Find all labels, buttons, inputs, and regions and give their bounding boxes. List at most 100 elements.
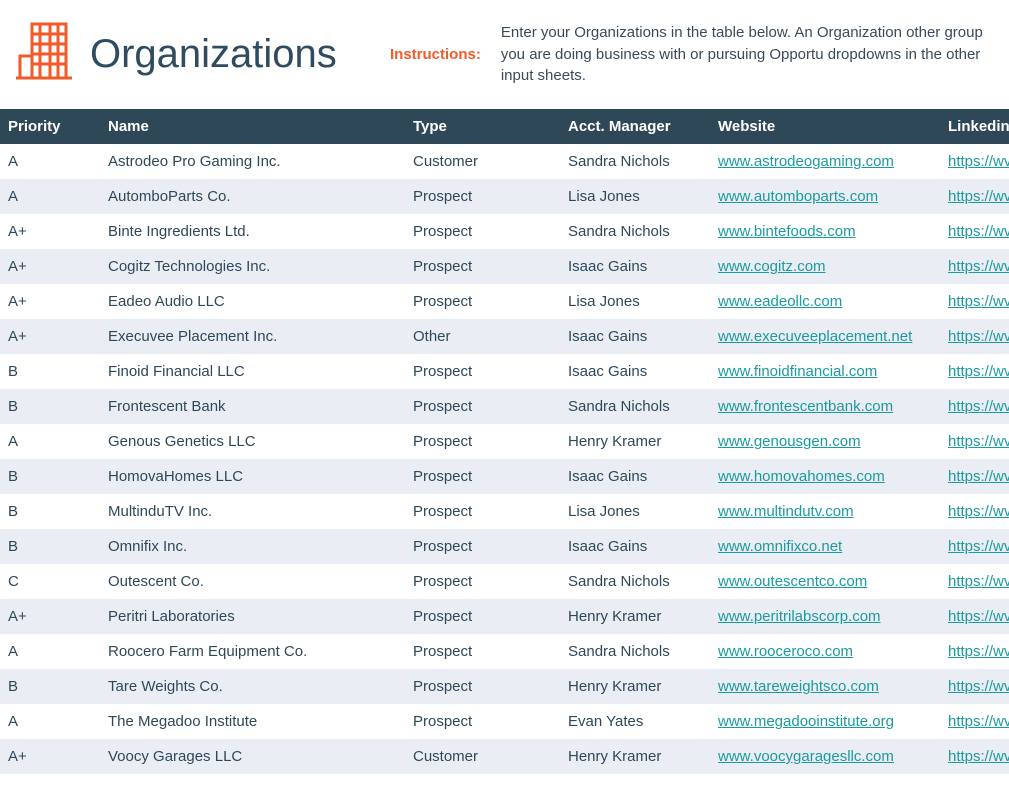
cell-website[interactable]: www.automboparts.com: [710, 179, 940, 214]
cell-priority[interactable]: B: [0, 529, 100, 564]
cell-manager[interactable]: Sandra Nichols: [560, 144, 710, 179]
col-type[interactable]: Type: [405, 109, 560, 144]
cell-priority[interactable]: A+: [0, 214, 100, 249]
website-link[interactable]: www.multindutv.com: [718, 503, 854, 520]
linkedin-link[interactable]: https://wv: [948, 223, 1009, 240]
cell-type[interactable]: Prospect: [405, 704, 560, 739]
cell-linkedin[interactable]: https://wv: [940, 529, 1009, 564]
cell-website[interactable]: www.astrodeogaming.com: [710, 144, 940, 179]
cell-priority[interactable]: C: [0, 564, 100, 599]
cell-linkedin[interactable]: https://wv: [940, 319, 1009, 354]
cell-manager[interactable]: Henry Kramer: [560, 424, 710, 459]
cell-linkedin[interactable]: https://wv: [940, 424, 1009, 459]
website-link[interactable]: www.finoidfinancial.com: [718, 363, 877, 380]
cell-name[interactable]: Cogitz Technologies Inc.: [100, 249, 405, 284]
table-row[interactable]: BHomovaHomes LLCProspectIsaac Gainswww.h…: [0, 459, 1009, 494]
cell-website[interactable]: www.outescentco.com: [710, 564, 940, 599]
cell-website[interactable]: www.finoidfinancial.com: [710, 354, 940, 389]
cell-priority[interactable]: B: [0, 354, 100, 389]
cell-manager[interactable]: Sandra Nichols: [560, 214, 710, 249]
col-name[interactable]: Name: [100, 109, 405, 144]
cell-name[interactable]: Voocy Garages LLC: [100, 739, 405, 774]
linkedin-link[interactable]: https://wv: [948, 678, 1009, 695]
cell-website[interactable]: www.rooceroco.com: [710, 634, 940, 669]
cell-type[interactable]: Other: [405, 319, 560, 354]
table-row[interactable]: COutescent Co.ProspectSandra Nicholswww.…: [0, 564, 1009, 599]
cell-linkedin[interactable]: https://wv: [940, 214, 1009, 249]
table-row[interactable]: ARoocero Farm Equipment Co.ProspectSandr…: [0, 634, 1009, 669]
cell-manager[interactable]: Lisa Jones: [560, 284, 710, 319]
cell-priority[interactable]: A+: [0, 599, 100, 634]
cell-linkedin[interactable]: https://wv: [940, 599, 1009, 634]
cell-name[interactable]: Genous Genetics LLC: [100, 424, 405, 459]
cell-manager[interactable]: Isaac Gains: [560, 529, 710, 564]
cell-priority[interactable]: A+: [0, 739, 100, 774]
website-link[interactable]: www.outescentco.com: [718, 573, 867, 590]
cell-manager[interactable]: Sandra Nichols: [560, 634, 710, 669]
table-row[interactable]: AThe Megadoo InstituteProspectEvan Yates…: [0, 704, 1009, 739]
cell-linkedin[interactable]: https://wv: [940, 354, 1009, 389]
table-row[interactable]: BTare Weights Co.ProspectHenry Kramerwww…: [0, 669, 1009, 704]
cell-priority[interactable]: A: [0, 144, 100, 179]
cell-type[interactable]: Prospect: [405, 634, 560, 669]
cell-linkedin[interactable]: https://wv: [940, 634, 1009, 669]
website-link[interactable]: www.execuveeplacement.net: [718, 328, 912, 345]
cell-manager[interactable]: Evan Yates: [560, 704, 710, 739]
cell-type[interactable]: Prospect: [405, 389, 560, 424]
website-link[interactable]: www.genousgen.com: [718, 433, 861, 450]
cell-type[interactable]: Prospect: [405, 284, 560, 319]
cell-priority[interactable]: B: [0, 669, 100, 704]
linkedin-link[interactable]: https://wv: [948, 643, 1009, 660]
cell-name[interactable]: Binte Ingredients Ltd.: [100, 214, 405, 249]
cell-website[interactable]: www.multindutv.com: [710, 494, 940, 529]
linkedin-link[interactable]: https://wv: [948, 433, 1009, 450]
cell-type[interactable]: Prospect: [405, 214, 560, 249]
table-row[interactable]: AAstrodeo Pro Gaming Inc.CustomerSandra …: [0, 144, 1009, 179]
cell-type[interactable]: Prospect: [405, 564, 560, 599]
cell-linkedin[interactable]: https://wv: [940, 179, 1009, 214]
cell-name[interactable]: Execuvee Placement Inc.: [100, 319, 405, 354]
cell-type[interactable]: Prospect: [405, 494, 560, 529]
cell-name[interactable]: MultinduTV Inc.: [100, 494, 405, 529]
cell-type[interactable]: Prospect: [405, 249, 560, 284]
website-link[interactable]: www.frontescentbank.com: [718, 398, 893, 415]
cell-website[interactable]: www.execuveeplacement.net: [710, 319, 940, 354]
cell-type[interactable]: Prospect: [405, 354, 560, 389]
cell-linkedin[interactable]: https://wv: [940, 459, 1009, 494]
table-row[interactable]: BFrontescent BankProspectSandra Nicholsw…: [0, 389, 1009, 424]
table-row[interactable]: BOmnifix Inc.ProspectIsaac Gainswww.omni…: [0, 529, 1009, 564]
cell-priority[interactable]: A: [0, 179, 100, 214]
table-row[interactable]: A+Eadeo Audio LLCProspectLisa Joneswww.e…: [0, 284, 1009, 319]
cell-priority[interactable]: A+: [0, 284, 100, 319]
linkedin-link[interactable]: https://wv: [948, 503, 1009, 520]
linkedin-link[interactable]: https://wv: [948, 713, 1009, 730]
website-link[interactable]: www.megadooinstitute.org: [718, 713, 894, 730]
cell-linkedin[interactable]: https://wv: [940, 704, 1009, 739]
cell-name[interactable]: Tare Weights Co.: [100, 669, 405, 704]
col-manager[interactable]: Acct. Manager: [560, 109, 710, 144]
cell-website[interactable]: www.homovahomes.com: [710, 459, 940, 494]
cell-website[interactable]: www.genousgen.com: [710, 424, 940, 459]
cell-website[interactable]: www.voocygaragesllc.com: [710, 739, 940, 774]
cell-name[interactable]: Finoid Financial LLC: [100, 354, 405, 389]
table-row[interactable]: A+Voocy Garages LLCCustomerHenry Kramerw…: [0, 739, 1009, 774]
cell-manager[interactable]: Lisa Jones: [560, 494, 710, 529]
cell-website[interactable]: www.megadooinstitute.org: [710, 704, 940, 739]
linkedin-link[interactable]: https://wv: [948, 573, 1009, 590]
cell-priority[interactable]: B: [0, 494, 100, 529]
cell-name[interactable]: Astrodeo Pro Gaming Inc.: [100, 144, 405, 179]
website-link[interactable]: www.peritrilabscorp.com: [718, 608, 881, 625]
table-row[interactable]: AGenous Genetics LLCProspectHenry Kramer…: [0, 424, 1009, 459]
cell-website[interactable]: www.frontescentbank.com: [710, 389, 940, 424]
linkedin-link[interactable]: https://wv: [948, 188, 1009, 205]
website-link[interactable]: www.omnifixco.net: [718, 538, 842, 555]
cell-manager[interactable]: Isaac Gains: [560, 459, 710, 494]
cell-linkedin[interactable]: https://wv: [940, 144, 1009, 179]
website-link[interactable]: www.tareweightsco.com: [718, 678, 879, 695]
cell-name[interactable]: Frontescent Bank: [100, 389, 405, 424]
cell-linkedin[interactable]: https://wv: [940, 669, 1009, 704]
cell-linkedin[interactable]: https://wv: [940, 564, 1009, 599]
cell-manager[interactable]: Lisa Jones: [560, 179, 710, 214]
cell-type[interactable]: Prospect: [405, 459, 560, 494]
cell-name[interactable]: Roocero Farm Equipment Co.: [100, 634, 405, 669]
